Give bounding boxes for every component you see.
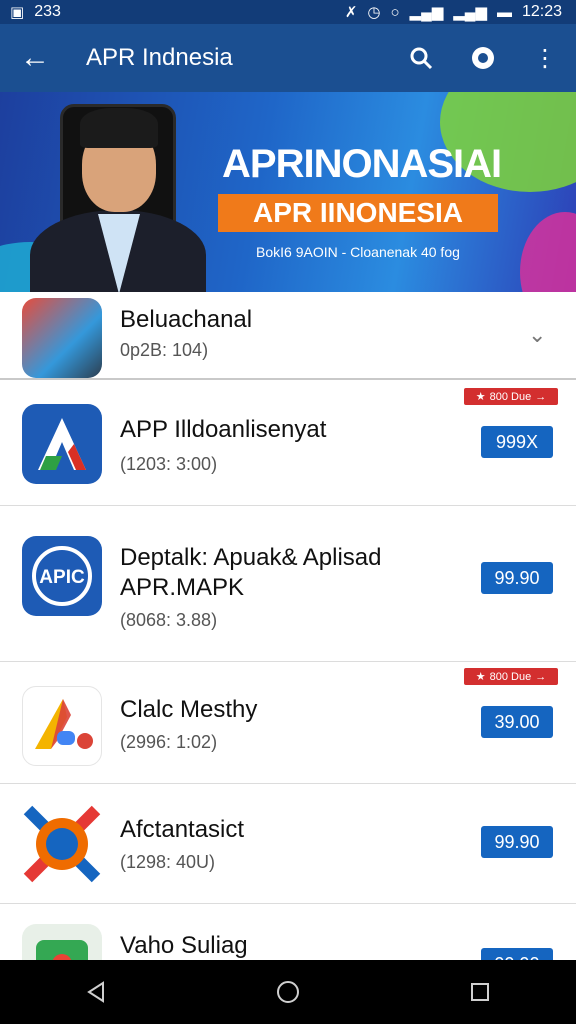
chevron-down-icon[interactable]: ⌄	[528, 322, 546, 348]
app-list: Beluachanal 0p2B: 104) ⌄ ★ 800 Due → APP I…	[0, 292, 576, 960]
app-a-glyph	[38, 418, 86, 470]
status-bar: ▣ 233 ✗ ◷ ○ ▂▄▆ ▂▄▆ ▬ 12:23	[0, 0, 576, 24]
back-arrow-icon[interactable]: ←	[0, 24, 70, 92]
price-button[interactable]: 99.90	[481, 948, 553, 960]
app-partial-icon	[22, 924, 102, 960]
navigation-bar	[0, 960, 576, 1024]
banner-subline: BokI6 9AOIN - Cloanenak 40 fog	[256, 244, 460, 260]
item-title: Afctantasict	[120, 816, 245, 843]
back-triangle-icon[interactable]	[56, 960, 136, 1024]
status-left: ▣ 233	[10, 3, 61, 21]
page-title: APR Indnesia	[86, 44, 233, 71]
promo-icon: ★	[475, 391, 486, 403]
svg-text:APIC: APIC	[39, 567, 85, 588]
battery-icon: ▬	[496, 3, 512, 21]
home-circle-icon[interactable]	[248, 960, 328, 1024]
list-item[interactable]: APIC Deptalk: Apuak& Aplisad APR.MAPK (8…	[0, 506, 576, 662]
banner-decor-pink	[520, 212, 576, 292]
app-apic-icon: APIC	[22, 536, 102, 616]
assistant-icon[interactable]	[452, 24, 514, 92]
promo-badge: ★ 800 Due →	[464, 668, 558, 685]
recents-square-glyph	[471, 983, 489, 1001]
list-item[interactable]: ★ 800 Due → Clalc Mesthy (2996: 1:02) 39.0…	[0, 662, 576, 784]
signal-icon-2: ▂▄▆	[453, 3, 487, 21]
price-button[interactable]: 39.00	[481, 706, 553, 738]
item-subtitle: (1298: 40U)	[120, 852, 216, 872]
category-title: Beluachanal	[120, 306, 253, 333]
arrow-right-icon: →	[535, 670, 547, 683]
item-title: APP Illdoanlisenyat	[120, 416, 327, 443]
promo-text: 800 Due	[489, 390, 532, 403]
person-hat-graphic	[80, 108, 158, 148]
item-title: Deptalk: Apuak& Aplisad	[120, 544, 382, 571]
item-title: Vaho Suliag	[120, 932, 248, 959]
list-item[interactable]: Vaho Suliag 99.90	[0, 904, 576, 960]
status-time: 12:23	[521, 3, 562, 20]
app-apic-glyph: APIC	[32, 546, 92, 606]
banner-headline: APRINONASIAI	[222, 142, 502, 186]
app-lens-icon	[22, 804, 102, 884]
back-triangle-glyph	[87, 981, 104, 1003]
status-left-text: 233	[34, 3, 61, 20]
assistant-glyph	[472, 47, 494, 69]
search-glyph	[410, 47, 433, 70]
app-partial-glyph	[36, 940, 88, 960]
app-a-icon	[22, 404, 102, 484]
list-item[interactable]: ★ 800 Due → APP Illdoanlisenyat (1203: 3:0…	[0, 380, 576, 506]
category-row[interactable]: Beluachanal 0p2B: 104) ⌄	[0, 292, 576, 380]
wifi-icon: ○	[390, 3, 400, 21]
app-maps-icon	[22, 686, 102, 766]
alarm-icon: ◷	[367, 3, 381, 21]
item-title-line2: APR.MAPK	[120, 574, 245, 601]
home-circle-glyph	[277, 981, 299, 1003]
signal-icon: ▂▄▆	[409, 3, 444, 21]
status-right: ✗ ◷ ○ ▂▄▆ ▂▄▆ ▬ 12:23	[345, 3, 562, 21]
item-subtitle: (2996: 1:02)	[120, 732, 218, 752]
item-subtitle: (1203: 3:00)	[120, 454, 218, 474]
arrow-right-icon: →	[535, 390, 547, 403]
promo-text: 800 Due	[489, 670, 532, 683]
category-subtitle: 0p2B: 104)	[120, 340, 209, 360]
price-button[interactable]: 99.90	[481, 826, 553, 858]
promo-icon: ★	[475, 671, 486, 683]
app-maps-glyph	[35, 699, 93, 749]
price-button[interactable]: 999X	[481, 426, 553, 458]
mute-icon: ✗	[344, 3, 358, 21]
banner-badge: APR IINONESIA	[218, 194, 498, 232]
toolbar: ← APR Indnesia ⋮	[0, 24, 576, 92]
recents-square-icon[interactable]	[440, 960, 520, 1024]
app-lens-glyph	[23, 805, 101, 883]
list-item[interactable]: Afctantasict (1298: 40U) 99.90	[0, 784, 576, 904]
image-notification-icon: ▣	[10, 3, 25, 21]
item-subtitle: (8068: 3.88)	[120, 610, 218, 630]
category-phones-icon	[22, 298, 102, 378]
promo-banner[interactable]: APRINONASIAI APR IINONESIA BokI6 9AOIN -…	[0, 92, 576, 292]
more-options-icon[interactable]: ⋮	[514, 24, 576, 92]
promo-badge: ★ 800 Due →	[464, 388, 558, 405]
price-button[interactable]: 99.90	[481, 562, 553, 594]
search-icon[interactable]	[390, 24, 452, 92]
item-title: Clalc Mesthy	[120, 696, 258, 723]
